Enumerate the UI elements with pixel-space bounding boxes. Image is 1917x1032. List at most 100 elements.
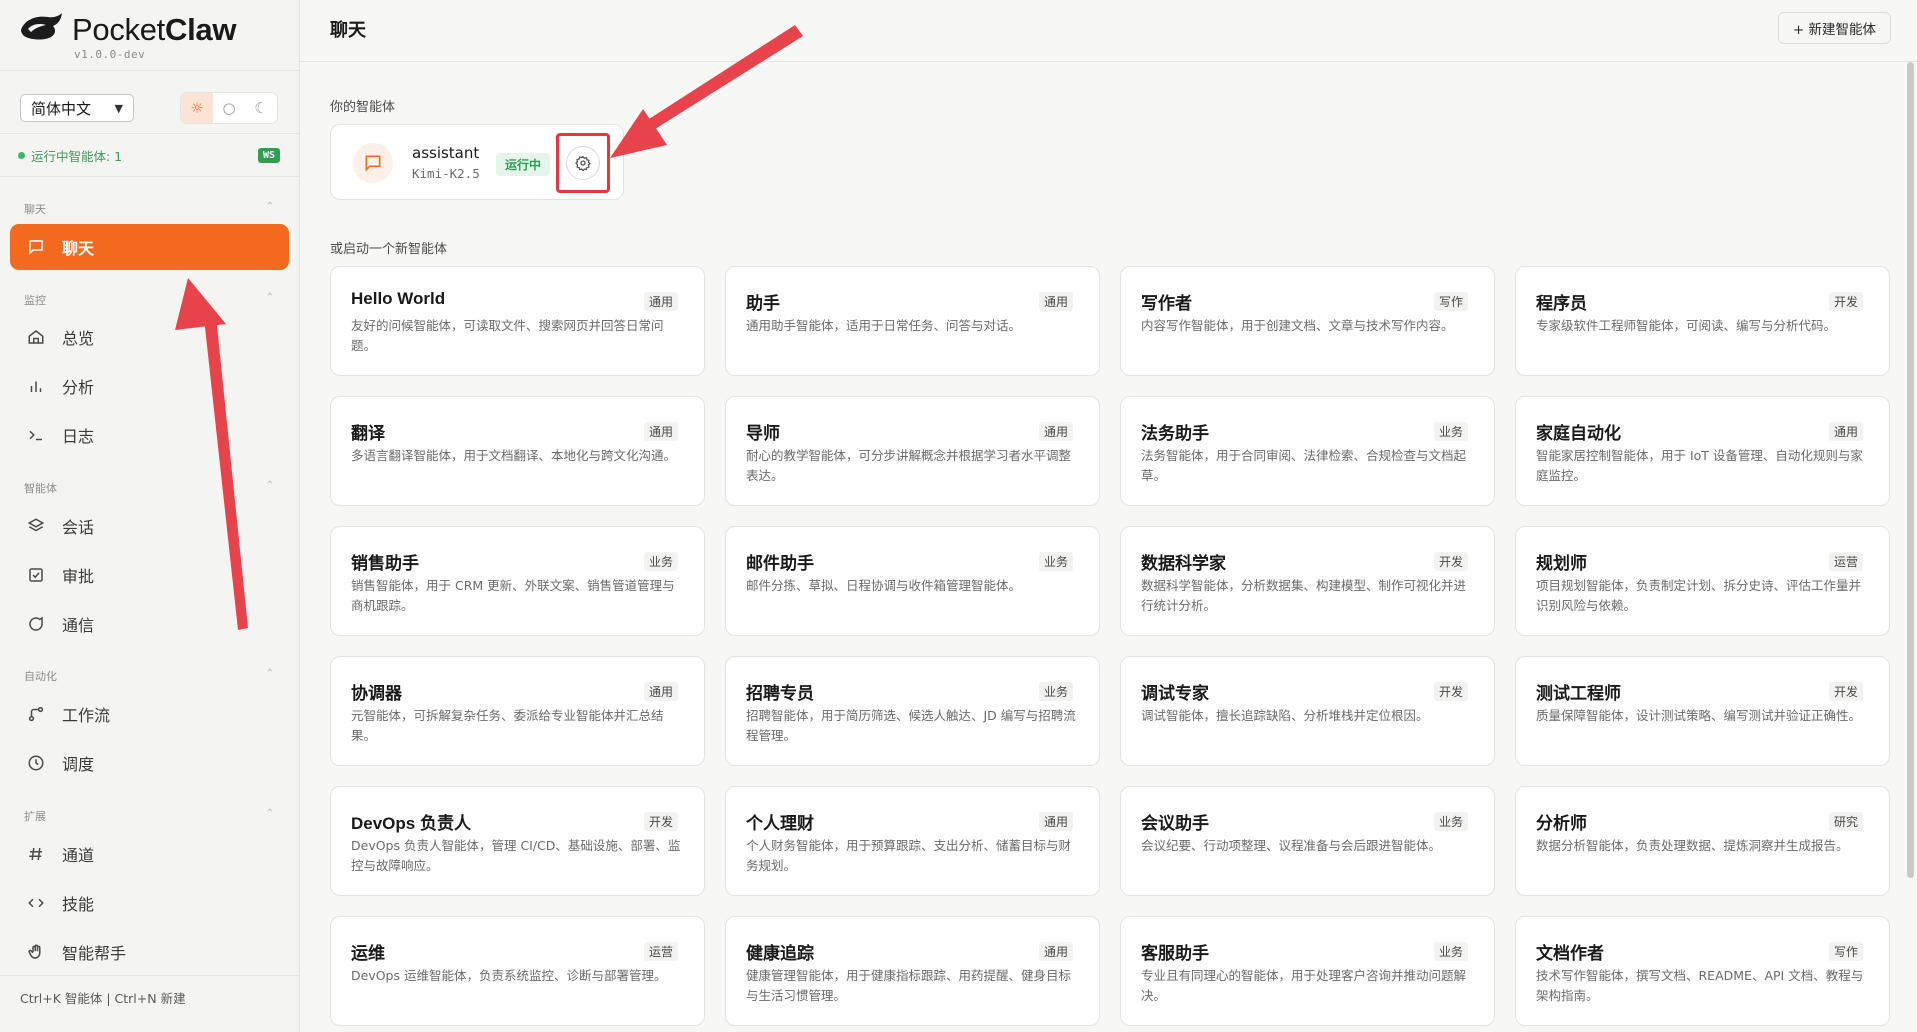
collapse-caret-icon: ⌃ bbox=[265, 480, 274, 491]
template-name: 会议助手 bbox=[1141, 814, 1209, 833]
template-name: 个人理财 bbox=[746, 814, 814, 833]
terminal-icon bbox=[26, 425, 46, 445]
category-badge: 开发 bbox=[1433, 552, 1468, 571]
section-label-chat[interactable]: 聊天 ⌃ bbox=[24, 201, 274, 217]
template-card[interactable]: 法务助手 业务 法务智能体，用于合同审阅、法律检索、合规检查与文档起草。 bbox=[1120, 396, 1495, 506]
category-badge: 写作 bbox=[1433, 292, 1468, 311]
template-card[interactable]: 家庭自动化 通用 智能家居控制智能体，用于 IoT 设备管理、自动化规则与家庭监控。 bbox=[1515, 396, 1890, 506]
template-name: 家庭自动化 bbox=[1536, 424, 1621, 443]
sidebar-item-communication[interactable]: 通信 bbox=[10, 601, 289, 647]
chat-bubble-icon bbox=[26, 614, 46, 634]
theme-system-option[interactable]: ○ bbox=[213, 93, 245, 123]
template-card[interactable]: 写作者 写作 内容写作智能体，用于创建文档、文章与技术写作内容。 bbox=[1120, 266, 1495, 376]
template-card[interactable]: 调试专家 开发 调试智能体，擅长追踪缺陷、分析堆栈并定位根因。 bbox=[1120, 656, 1495, 766]
template-name: 翻译 bbox=[351, 424, 385, 443]
template-name: 招聘专员 bbox=[746, 684, 814, 703]
template-name: 规划师 bbox=[1536, 554, 1587, 573]
template-description: 个人财务智能体，用于预算跟踪、支出分析、储蓄目标与财务规划。 bbox=[746, 838, 1072, 873]
template-description: 元智能体，可拆解复杂任务、委派给专业智能体并汇总结果。 bbox=[351, 708, 664, 743]
section-label-monitor[interactable]: 监控 ⌃ bbox=[24, 292, 274, 308]
sidebar-item-workflow[interactable]: 工作流 bbox=[10, 691, 289, 737]
template-name: 邮件助手 bbox=[746, 554, 814, 573]
theme-toggle[interactable]: ☼ ○ ☾ bbox=[180, 92, 278, 124]
agent-settings-button[interactable] bbox=[566, 146, 600, 180]
template-card[interactable]: Hello World 通用 友好的问候智能体，可读取文件、搜索网页并回答日常问题。 bbox=[330, 266, 705, 376]
template-name: Hello World bbox=[351, 289, 446, 308]
template-card[interactable]: 健康追踪 通用 健康管理智能体，用于健康指标跟踪、用药提醒、健身目标与生活习惯管理。 bbox=[725, 916, 1100, 1026]
brand[interactable]: PocketClaw v1.0.0-dev bbox=[18, 8, 288, 61]
section-label-extensions[interactable]: 扩展 ⌃ bbox=[24, 808, 274, 824]
template-card[interactable]: 客服助手 业务 专业且有同理心的智能体，用于处理客户咨询并推动问题解决。 bbox=[1120, 916, 1495, 1026]
template-card[interactable]: 协调器 通用 元智能体，可拆解复杂任务、委派给专业智能体并汇总结果。 bbox=[330, 656, 705, 766]
template-card[interactable]: 程序员 开发 专家级软件工程师智能体，可阅读、编写与分析代码。 bbox=[1515, 266, 1890, 376]
sidebar-item-analytics[interactable]: 分析 bbox=[10, 363, 289, 409]
template-card[interactable]: 会议助手 业务 会议纪要、行动项整理、议程准备与会后跟进智能体。 bbox=[1120, 786, 1495, 896]
chevron-down-icon: ▼ bbox=[114, 101, 123, 115]
sidebar-item-schedule[interactable]: 调度 bbox=[10, 740, 289, 786]
sidebar-item-overview[interactable]: 总览 bbox=[10, 314, 289, 360]
new-agent-button[interactable]: + 新建智能体 bbox=[1777, 12, 1891, 44]
section-label-agents[interactable]: 智能体 ⌃ bbox=[24, 480, 274, 496]
template-name: 助手 bbox=[746, 294, 780, 313]
template-description: 调试智能体，擅长追踪缺陷、分析堆栈并定位根因。 bbox=[1141, 708, 1429, 723]
message-icon bbox=[26, 237, 46, 257]
agent-card-assistant[interactable]: assistant Kimi-K2.5 运行中 bbox=[330, 124, 624, 200]
sidebar-item-channels[interactable]: 通道 bbox=[10, 831, 289, 877]
template-description: 多语言翻译智能体，用于文档翻译、本地化与跨文化沟通。 bbox=[351, 448, 677, 463]
category-badge: 研究 bbox=[1828, 812, 1863, 831]
theme-dark-option[interactable]: ☾ bbox=[245, 93, 277, 123]
sidebar-item-skills[interactable]: 技能 bbox=[10, 880, 289, 926]
template-card[interactable]: 规划师 运营 项目规划智能体，负责制定计划、拆分史诗、评估工作量并识别风险与依赖。 bbox=[1515, 526, 1890, 636]
theme-light-option[interactable]: ☼ bbox=[181, 93, 213, 123]
template-name: 运维 bbox=[351, 944, 385, 963]
sidebar-item-logs[interactable]: 日志 bbox=[10, 412, 289, 458]
template-description: 耐心的教学智能体，可分步讲解概念并根据学习者水平调整表达。 bbox=[746, 448, 1072, 483]
template-description: 智能家居控制智能体，用于 IoT 设备管理、自动化规则与家庭监控。 bbox=[1536, 448, 1863, 483]
template-name: 写作者 bbox=[1141, 294, 1192, 313]
template-card[interactable]: 翻译 通用 多语言翻译智能体，用于文档翻译、本地化与跨文化沟通。 bbox=[330, 396, 705, 506]
category-badge: 业务 bbox=[1038, 682, 1073, 701]
agent-name: assistant bbox=[412, 144, 480, 162]
template-card[interactable]: 文档作者 写作 技术写作智能体，撰写文档、README、API 文档、教程与架构指南… bbox=[1515, 916, 1890, 1026]
sidebar-item-sessions[interactable]: 会话 bbox=[10, 503, 289, 549]
template-card[interactable]: 招聘专员 业务 招聘智能体，用于简历筛选、候选人触达、JD 编写与招聘流程管理。 bbox=[725, 656, 1100, 766]
section-label-automation[interactable]: 自动化 ⌃ bbox=[24, 668, 274, 684]
brand-name: PocketClaw bbox=[72, 12, 237, 47]
template-card[interactable]: 测试工程师 开发 质量保障智能体，设计测试策略、编写测试并验证正确性。 bbox=[1515, 656, 1890, 766]
hand-icon bbox=[26, 942, 46, 962]
template-card[interactable]: 导师 通用 耐心的教学智能体，可分步讲解概念并根据学习者水平调整表达。 bbox=[725, 396, 1100, 506]
divider bbox=[0, 975, 300, 976]
scrollbar[interactable] bbox=[1907, 62, 1914, 878]
category-badge: 开发 bbox=[1433, 682, 1468, 701]
template-card[interactable]: 个人理财 通用个人财务智能体，用于预算跟踪、支出分析、储蓄目标与财务规划。 bbox=[725, 786, 1100, 896]
template-name: DevOps 负责人 bbox=[351, 814, 471, 833]
running-agents-text: 运行中智能体: 1 bbox=[31, 148, 123, 164]
topbar: 聊天 + 新建智能体 bbox=[300, 0, 1917, 62]
category-badge: 开发 bbox=[1828, 682, 1863, 701]
template-description: 专业且有同理心的智能体，用于处理客户咨询并推动问题解决。 bbox=[1141, 968, 1467, 1003]
category-badge: 业务 bbox=[1038, 552, 1073, 571]
template-card[interactable]: 运维 运营 DevOps 运维智能体，负责系统监控、诊断与部署管理。 bbox=[330, 916, 705, 1026]
layers-icon bbox=[26, 516, 46, 536]
template-description: 会议纪要、行动项整理、议程准备与会后跟进智能体。 bbox=[1141, 838, 1442, 853]
category-badge: 通用 bbox=[1038, 812, 1073, 831]
sidebar-item-approvals[interactable]: 审批 bbox=[10, 552, 289, 598]
template-card[interactable]: 助手 通用 通用助手智能体，适用于日常任务、问答与对话。 bbox=[725, 266, 1100, 376]
template-name: 健康追踪 bbox=[746, 944, 814, 963]
sidebar-item-helper[interactable]: 智能帮手 bbox=[10, 929, 289, 975]
template-name: 数据科学家 bbox=[1141, 554, 1226, 573]
sidebar-item-chat[interactable]: 聊天 bbox=[10, 224, 289, 270]
language-selected-value: 简体中文 bbox=[31, 99, 92, 118]
template-card[interactable]: 数据科学家 开发数据科学智能体，分析数据集、构建模型、制作可视化并进行统计分析。 bbox=[1120, 526, 1495, 636]
template-description: 数据科学智能体，分析数据集、构建模型、制作可视化并进行统计分析。 bbox=[1141, 578, 1467, 613]
template-name: 销售助手 bbox=[351, 554, 419, 573]
template-card[interactable]: 销售助手 业务 销售智能体，用于 CRM 更新、外联文案、销售管道管理与商机跟踪。 bbox=[330, 526, 705, 636]
category-badge: 开发 bbox=[1828, 292, 1863, 311]
language-select[interactable]: 简体中文 ▼ bbox=[20, 94, 134, 122]
collapse-caret-icon: ⌃ bbox=[265, 292, 274, 303]
template-card[interactable]: DevOps 负责人 开发 DevOps 负责人智能体，管理 CI/CD、基础设施、… bbox=[330, 786, 705, 896]
divider bbox=[0, 176, 300, 177]
template-card[interactable]: 分析师 研究 数据分析智能体，负责处理数据、提炼洞察并生成报告。 bbox=[1515, 786, 1890, 896]
template-card[interactable]: 邮件助手 业务 邮件分拣、草拟、日程协调与收件箱管理智能体。 bbox=[725, 526, 1100, 636]
category-badge: 运营 bbox=[1828, 552, 1863, 571]
